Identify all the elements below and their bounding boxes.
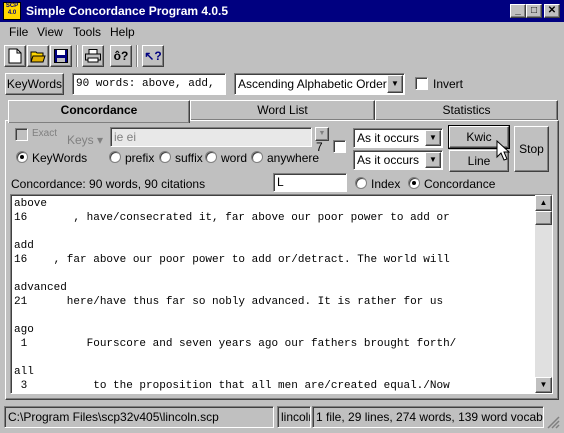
menu-file[interactable]: File (9, 25, 28, 39)
text-line (14, 309, 456, 323)
text-line: 1 Fourscore and seven years ago our fath… (14, 338, 457, 350)
app-icon: SCP 4.0 (3, 2, 21, 20)
text-line: add (14, 240, 34, 252)
scroll-down-icon[interactable]: ▼ (535, 377, 552, 393)
print-button[interactable] (82, 45, 104, 67)
exact-label: Exact (32, 128, 58, 139)
maximize-button[interactable]: □ (526, 4, 542, 18)
concordance-text-area[interactable]: above 16 , have/consecrated it, far above… (10, 194, 553, 394)
concordance-lines: above 16 , have/consecrated it, far above… (14, 197, 456, 393)
open-folder-icon (30, 51, 46, 63)
concordance-radio[interactable] (408, 177, 420, 189)
keys-label[interactable]: Keys ▾ (67, 133, 103, 147)
keys-field[interactable]: ie ei (110, 127, 312, 147)
sort-select-2[interactable]: As it occurs ▼ (353, 150, 443, 170)
menu-view[interactable]: View (37, 25, 63, 39)
suffix-radio-label: suffix (175, 151, 203, 165)
text-line: 16 , far above our poor power to add or/… (14, 254, 450, 266)
toolbar-separator (76, 45, 78, 67)
text-line: 21 here/have thus far so nobly advanced.… (14, 296, 444, 308)
text-line: 3 to the proposition that all men are/cr… (14, 380, 450, 392)
keywords-button[interactable]: KeyWords (5, 73, 64, 95)
about-icon: ô? (113, 49, 129, 63)
print-icon (85, 49, 101, 63)
exact-checkbox[interactable] (15, 128, 28, 141)
prefix-radio[interactable] (109, 151, 121, 163)
text-line (14, 351, 456, 365)
toolbar-separator (136, 45, 138, 67)
text-line: ago (14, 324, 34, 336)
word-radio[interactable] (205, 151, 217, 163)
suffix-radio[interactable] (159, 151, 171, 163)
anywhere-radio-label: anywhere (267, 151, 320, 165)
text-line (14, 225, 456, 239)
sort-select-1[interactable]: As it occurs ▼ (353, 128, 443, 148)
scroll-up-icon[interactable]: ▲ (535, 195, 552, 211)
chevron-down-icon[interactable]: ▼ (425, 152, 441, 168)
index-radio-label: Index (371, 177, 401, 191)
close-button[interactable]: ✕ (544, 4, 560, 18)
chevron-down-icon[interactable]: ▼ (387, 75, 403, 93)
invert-label: Invert (433, 77, 464, 91)
count-checkbox[interactable] (333, 140, 346, 153)
menu-tools[interactable]: Tools (73, 25, 101, 39)
prefix-radio-label: prefix (125, 151, 155, 165)
new-file-icon (8, 48, 22, 64)
keywords-radio-label: KeyWords (32, 151, 88, 165)
anywhere-radio[interactable] (251, 151, 263, 163)
status-name: lincoln (277, 406, 311, 428)
sort-select-2-value: As it occurs (357, 153, 420, 167)
new-file-button[interactable] (4, 45, 26, 67)
tab-word-list[interactable]: Word List (190, 100, 375, 121)
about-button[interactable]: ô? (110, 45, 132, 67)
resize-grip-icon[interactable] (547, 416, 560, 429)
chevron-down-icon[interactable]: ▼ (425, 130, 441, 146)
concordance-radio-label: Concordance (424, 177, 496, 191)
text-line: 16 , have/consecrated it, far above our … (14, 212, 450, 224)
word-radio-label: word (221, 151, 248, 165)
order-select[interactable]: Ascending Alphabetic Order ▼ (234, 73, 405, 95)
stop-button[interactable]: Stop (514, 126, 549, 172)
keywords-radio[interactable] (16, 151, 28, 163)
save-disk-icon (54, 49, 68, 63)
text-line: above (14, 198, 48, 210)
window-title: Simple Concordance Program 4.0.5 (26, 4, 229, 18)
menu-help[interactable]: Help (110, 25, 135, 39)
index-radio[interactable] (355, 177, 367, 189)
minimize-button[interactable]: _ (510, 4, 526, 18)
save-button[interactable] (50, 45, 72, 67)
search-field[interactable]: L (273, 173, 347, 192)
order-select-value: Ascending Alphabetic Order (238, 77, 387, 91)
invert-checkbox[interactable] (415, 77, 428, 90)
concordance-summary: Concordance: 90 words, 90 citations (11, 177, 206, 191)
open-button[interactable] (27, 45, 49, 67)
scroll-thumb[interactable] (535, 211, 552, 225)
mouse-cursor-icon (496, 140, 510, 161)
sort-select-1-value: As it occurs (357, 131, 420, 145)
keywords-field[interactable]: 90 words: above, add, (72, 73, 226, 95)
title-bar: SCP 4.0 Simple Concordance Program 4.0.5… (0, 0, 564, 22)
text-line (14, 267, 456, 281)
status-path: C:\Program Files\scp32v405\lincoln.scp (4, 406, 274, 428)
tab-statistics[interactable]: Statistics (375, 100, 558, 121)
menu-bar: File View Tools Help (0, 22, 564, 42)
context-help-icon: ↖? (144, 49, 162, 63)
context-help-button[interactable]: ↖? (142, 45, 164, 67)
status-info: 1 file, 29 lines, 274 words, 139 word vo… (312, 406, 544, 428)
vertical-scrollbar[interactable]: ▲ ▼ (535, 195, 552, 393)
spin-up-icon[interactable]: ▼ (315, 127, 329, 141)
text-line: all (14, 366, 34, 378)
text-line: advanced (14, 282, 67, 294)
tab-concordance[interactable]: Concordance (8, 100, 190, 123)
